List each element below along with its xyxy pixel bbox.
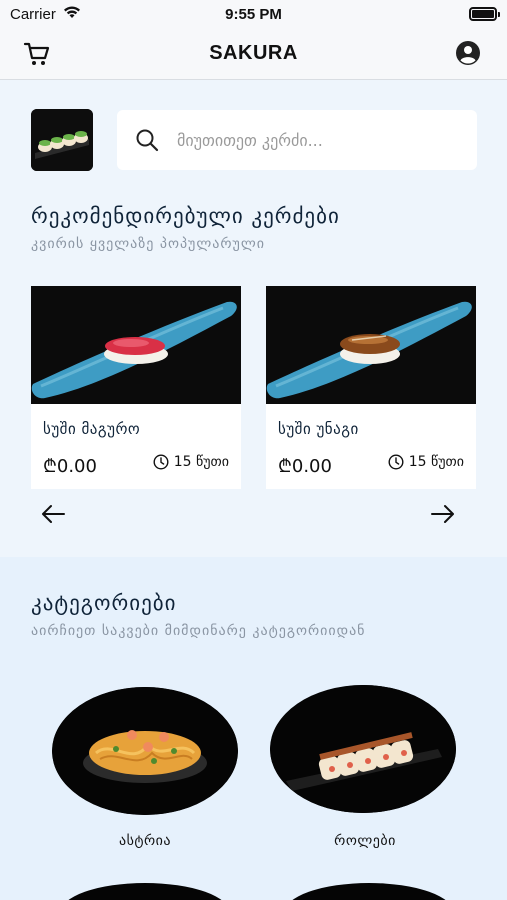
recommended-subtitle: კვირის ყველაზე პოპულარული — [31, 236, 265, 252]
dish-time: 15 წუთი — [388, 454, 464, 470]
recommended-title: რეკომენდირებული კერძები — [31, 204, 340, 228]
dish-card-unagi[interactable]: სუში უნაგი ₾0.00 15 წუთი — [266, 286, 476, 489]
dish-card-maguro[interactable]: სუში მაგურო ₾0.00 15 წუთი — [31, 286, 241, 489]
dish-name: სუში უნაგი — [278, 420, 359, 438]
profile-icon — [456, 41, 480, 65]
previous-button[interactable] — [40, 503, 66, 525]
profile-button[interactable] — [455, 40, 481, 66]
wifi-icon — [62, 5, 82, 23]
dish-price: ₾0.00 — [43, 456, 97, 477]
next-button[interactable] — [430, 503, 456, 525]
dish-time-label: 15 წუთი — [173, 454, 229, 470]
category-label: ასტრია — [118, 833, 172, 849]
sushi-thumbnail[interactable] — [31, 109, 93, 171]
categories-subtitle: აირჩიეთ საკვები მიმდინარე კატეგორიიდან — [31, 623, 366, 639]
arrow-left-icon — [42, 505, 65, 523]
status-time: 9:55 PM — [225, 5, 282, 23]
carrier-label: Carrier — [10, 5, 56, 23]
dish-name: სუში მაგურო — [43, 420, 141, 438]
search-bar — [117, 110, 477, 170]
dish-image — [266, 286, 476, 404]
category-label: როლები — [334, 833, 396, 849]
nav-bar: SAKURA — [0, 28, 507, 80]
dish-price: ₾0.00 — [278, 456, 332, 477]
dish-time-label: 15 წუთი — [408, 454, 464, 470]
categories-title: კატეგორიები — [31, 591, 177, 615]
search-icon — [136, 129, 159, 152]
clock-icon — [388, 454, 404, 470]
category-image-rolls[interactable] — [270, 685, 456, 813]
clock-icon — [153, 454, 169, 470]
categories-section: კატეგორიები აირჩიეთ საკვები მიმდინარე კა… — [0, 557, 507, 900]
search-input[interactable] — [177, 110, 467, 170]
arrow-right-icon — [431, 505, 454, 523]
dish-image — [31, 286, 241, 404]
category-image-pasta[interactable] — [52, 687, 238, 815]
battery-icon — [469, 7, 500, 21]
status-bar: Carrier 9:55 PM — [0, 0, 507, 28]
cart-icon — [23, 42, 50, 65]
app-title: SAKURA — [209, 42, 298, 64]
status-left: Carrier — [10, 5, 82, 23]
category-image[interactable] — [60, 883, 230, 900]
cart-button[interactable] — [22, 39, 52, 69]
dish-time: 15 წუთი — [153, 454, 229, 470]
category-image[interactable] — [284, 883, 454, 900]
